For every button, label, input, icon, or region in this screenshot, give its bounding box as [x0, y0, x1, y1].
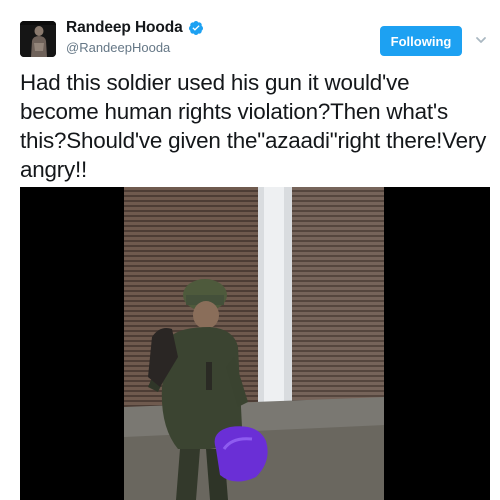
avatar[interactable] [20, 21, 56, 57]
user-info: Randeep Hooda @RandeepHooda [66, 18, 204, 55]
verified-badge-icon [188, 20, 204, 36]
user-handle[interactable]: @RandeepHooda [66, 40, 204, 55]
display-name[interactable]: Randeep Hooda [66, 19, 183, 37]
chevron-down-icon[interactable] [474, 33, 488, 47]
tweet-text: Had this soldier used his gun it would'v… [20, 70, 487, 182]
following-button[interactable]: Following [380, 26, 462, 56]
tweet-card: Randeep Hooda @RandeepHooda Following Ha… [0, 0, 500, 500]
video-thumbnail[interactable] [20, 187, 490, 500]
